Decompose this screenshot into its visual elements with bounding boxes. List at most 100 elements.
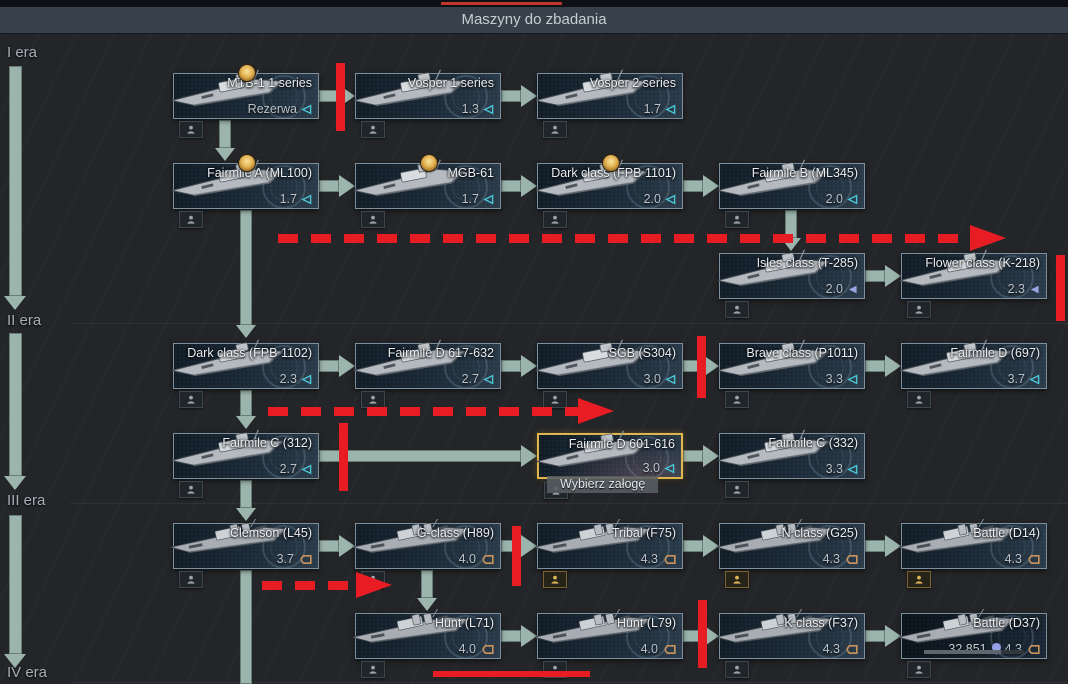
research-progress-bar	[924, 650, 1024, 654]
crew-training-icon	[907, 571, 931, 588]
unit-name: Isles class (T-285)	[757, 256, 858, 270]
highlight-bar	[698, 600, 707, 668]
highlight-arrowhead	[356, 572, 405, 598]
unit-card[interactable]: Fairmile D (697)3.7	[901, 343, 1047, 389]
tree-connector-arrow	[240, 390, 252, 416]
era-arrow	[9, 333, 22, 476]
crew-slot-icon	[179, 481, 203, 498]
unit-name: Fairmile D 617-632	[388, 346, 494, 360]
unit-name: Clemson (L45)	[230, 526, 312, 540]
crew-slot-icon	[907, 661, 931, 678]
unit-name: Vosper 2 series	[590, 76, 676, 90]
unit-name: G-class (H89)	[417, 526, 494, 540]
highlight-dashed-arrow	[278, 234, 976, 243]
tree-connector-arrow	[319, 540, 339, 552]
highlight-bar	[339, 423, 348, 491]
crew-slot-icon	[361, 391, 385, 408]
research-tree-screen: Maszyny do zbadania I eraII eraIII eraIV…	[0, 0, 1068, 684]
unit-br: 2.0	[826, 192, 843, 206]
unit-card[interactable]: SGB (S304)3.0	[537, 343, 683, 389]
unit-br: 3.0	[644, 372, 661, 386]
top-tab-bar: Maszyny do zbadania	[0, 7, 1068, 34]
unit-br: 2.3	[280, 372, 297, 386]
unit-card[interactable]: Battle (D37)32 8514.3	[901, 613, 1047, 659]
unit-card[interactable]: Fairmile A (ML100)1.7	[173, 163, 319, 209]
tree-connector-arrow	[319, 360, 339, 372]
unit-card[interactable]: Clemson (L45) 3.7	[173, 523, 319, 569]
unit-card[interactable]: Fairmile C (332)3.3	[719, 433, 865, 479]
unit-card[interactable]: Vosper 1 series 1.3	[355, 73, 501, 119]
crew-slot-icon	[725, 481, 749, 498]
unit-br: 4.0	[459, 642, 476, 656]
era-separator	[70, 682, 1068, 683]
unit-name: Battle (D14)	[973, 526, 1040, 540]
boat-class-icon	[483, 374, 494, 385]
tree-connector-arrow	[219, 120, 231, 148]
unit-br: 1.3	[462, 102, 479, 116]
boat-class-icon	[301, 464, 312, 475]
destroyer-class-icon	[1026, 554, 1040, 565]
unit-card[interactable]: Flower class (K-218) 2.3	[901, 253, 1047, 299]
unit-br: 3.3	[826, 462, 843, 476]
unit-br: 3.3	[826, 372, 843, 386]
unit-cost: 2.3	[280, 372, 312, 386]
unit-card[interactable]: Tribal (F75)4.3	[537, 523, 683, 569]
unit-br: 4.3	[823, 552, 840, 566]
unit-card[interactable]: Brave class (P1011)3.3	[719, 343, 865, 389]
active-tab-indicator	[441, 2, 562, 5]
highlight-dashed-arrow	[268, 407, 584, 416]
highlight-bar	[697, 336, 706, 398]
crew-slot-icon	[179, 211, 203, 228]
boat-class-icon	[1029, 374, 1040, 385]
tree-connector-arrow	[501, 630, 521, 642]
highlight-dashed-arrow	[262, 581, 362, 590]
highlight-bar	[433, 671, 590, 677]
destroyer-class-icon	[298, 554, 312, 565]
boat-class-icon	[847, 464, 858, 475]
unit-br: 2.0	[644, 192, 661, 206]
unit-cost: 2.0	[826, 192, 858, 206]
unit-card[interactable]: Fairmile C (312)2.7	[173, 433, 319, 479]
crew-slot-icon	[179, 121, 203, 138]
tree-connector-arrow	[319, 450, 521, 462]
unit-cost: 2.7	[280, 462, 312, 476]
unit-card[interactable]: Vosper 2 series1.7	[537, 73, 683, 119]
unit-name: K class (F37)	[784, 616, 858, 630]
highlight-bar	[512, 526, 521, 586]
boat-class-icon	[847, 374, 858, 385]
unit-card[interactable]: MGB-611.7	[355, 163, 501, 209]
unit-name: Flower class (K-218)	[925, 256, 1040, 270]
award-medal-icon	[603, 155, 619, 171]
unit-card[interactable]: Isles class (T-285)2.0	[719, 253, 865, 299]
unit-card[interactable]: Fairmile D 601-6163.0Wybierz załogę	[537, 433, 683, 479]
unit-card[interactable]: K class (F37)4.3	[719, 613, 865, 659]
crew-training-icon	[725, 571, 749, 588]
boat-class-icon	[483, 194, 494, 205]
era-arrow	[9, 66, 22, 296]
unit-cost: 3.7	[277, 552, 312, 566]
highlight-bar	[1056, 255, 1065, 321]
unit-card[interactable]: Dark class (FPB 1101)2.0	[537, 163, 683, 209]
unit-card[interactable]: Fairmile D 617-6322.7	[355, 343, 501, 389]
crew-slot-icon	[907, 391, 931, 408]
unit-name: Battle (D37)	[973, 616, 1040, 630]
award-medal-icon	[239, 155, 255, 171]
tree-connector-arrow	[240, 570, 252, 684]
unit-card[interactable]: N class (G25)4.3	[719, 523, 865, 569]
unit-cost: 2.3	[1008, 282, 1040, 296]
research-tree-canvas: I eraII eraIII eraIV eraMTB-1 1 seriesRe…	[0, 0, 1068, 684]
era-label: I era	[7, 44, 37, 61]
unit-card[interactable]: Hunt (L71)4.0	[355, 613, 501, 659]
era-arrow-head	[4, 296, 26, 310]
unit-card[interactable]: Hunt (L79)4.0	[537, 613, 683, 659]
tree-connector-arrow	[319, 180, 339, 192]
unit-card[interactable]: G-class (H89)4.0	[355, 523, 501, 569]
unit-name: Vosper 1 series	[408, 76, 494, 90]
unit-card[interactable]: MTB-1 1 seriesRezerwa	[173, 73, 319, 119]
unit-cost: 1.7	[280, 192, 312, 206]
unit-cost: 4.3	[823, 552, 858, 566]
unit-br: 3.7	[277, 552, 294, 566]
unit-card[interactable]: Fairmile B (ML345)2.0	[719, 163, 865, 209]
unit-card[interactable]: Battle (D14)4.3	[901, 523, 1047, 569]
unit-card[interactable]: Dark class (FPB 1102)2.3	[173, 343, 319, 389]
